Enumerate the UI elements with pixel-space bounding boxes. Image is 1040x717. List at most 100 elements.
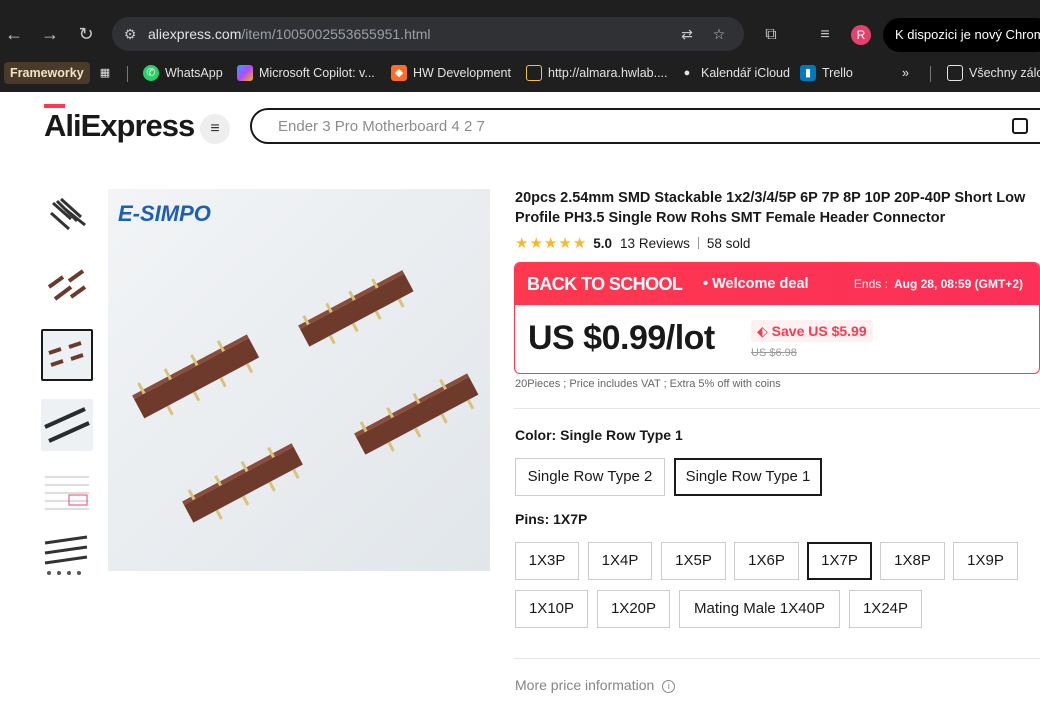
logo-letter-a: A [44, 104, 66, 143]
pin-option-1x10p[interactable]: 1X10P [515, 590, 588, 628]
thumbnail-image [45, 476, 89, 510]
pin-option-1x24p[interactable]: 1X24P [849, 590, 922, 628]
bookmark-hw-development[interactable]: ◆ HW Development [391, 60, 511, 86]
info-icon: i [662, 679, 676, 693]
extensions-icon[interactable]: ⧉ [760, 24, 782, 46]
star-icon: ★ [529, 235, 543, 252]
thumbnail-image [43, 331, 91, 379]
thumbnail-4[interactable] [41, 399, 93, 451]
bookmark-label: Microsoft Copilot: v... [259, 66, 375, 80]
pin-option-1x8p[interactable]: 1X8P [880, 542, 945, 580]
bookmark-separator [930, 66, 931, 82]
thumbnail-2[interactable] [41, 259, 93, 311]
more-price-info[interactable]: More price information i [515, 677, 676, 693]
star-icon: ★ [558, 235, 572, 252]
back-icon[interactable]: ← [2, 22, 26, 46]
deal-box: BACK TO SCHOOL • Welcome deal Ends : Aug … [514, 262, 1040, 374]
rating-value: 5.0 [593, 235, 613, 251]
pins-label: Pins: 1X7P [515, 511, 588, 527]
reviews-link[interactable]: 13 Reviews [620, 236, 690, 251]
deal-ends-value: Aug 28, 08:59 (GMT+2) [893, 277, 1023, 291]
more-price-label: More price information [515, 677, 655, 693]
bookmark-label: http://almara.hwlab.... [548, 66, 668, 80]
bookmark-icloud-calendar[interactable]: ● Kalendář iCloud [679, 60, 790, 86]
thumbnail-3[interactable] [41, 329, 93, 381]
thumbnail-image [50, 197, 86, 231]
url-path: /item/1005002553655951.html [241, 26, 431, 42]
copilot-icon [237, 65, 253, 81]
pin-option-1x6p[interactable]: 1X6P [734, 542, 799, 580]
site-info-icon[interactable]: ⚙ [121, 25, 139, 43]
profile-avatar[interactable]: R [851, 25, 871, 45]
folder-icon [947, 65, 963, 81]
bookmark-trello[interactable]: ▮ Trello [800, 60, 853, 86]
url-domain: aliexpress.com [148, 26, 242, 42]
brand-watermark: E-SIMPO [118, 201, 211, 226]
bookmark-copilot[interactable]: Microsoft Copilot: v... [237, 60, 375, 86]
bookmark-star-icon[interactable]: ☆ [710, 25, 728, 43]
bookmark-label: Frameworky [10, 66, 84, 80]
bookmark-separator [127, 66, 128, 82]
trello-icon: ▮ [800, 65, 816, 81]
bookmark-label: Trello [822, 66, 853, 80]
more-bookmarks-icon[interactable]: » [902, 60, 909, 86]
thumbnail-image [41, 399, 93, 451]
tag-icon: ⬖ [757, 323, 772, 339]
bookmark-all[interactable]: Všechny zálo [947, 60, 1040, 86]
media-control-icon[interactable]: ≡ [814, 24, 836, 46]
thumbnail-6[interactable] [41, 529, 93, 581]
search-input[interactable] [276, 110, 976, 142]
pin-option-1x7p[interactable]: 1X7P [807, 542, 872, 580]
deal-ends: Ends : Aug 28, 08:59 (GMT+2) [854, 277, 1023, 291]
color-option-single-row-type-2[interactable]: Single Row Type 2 [515, 458, 665, 496]
main-product-image[interactable]: E-SIMPO [108, 189, 490, 571]
pin-option-1x9p[interactable]: 1X9P [953, 542, 1018, 580]
apps-grid-icon[interactable]: ▦ [97, 60, 119, 86]
bookmark-whatsapp[interactable]: ✆ WhatsApp [143, 60, 223, 86]
translate-icon[interactable]: ⇄ [678, 25, 696, 43]
address-bar[interactable]: ⚙ aliexpress.com/item/1005002553655951.h… [112, 17, 744, 51]
product-title: 20pcs 2.54mm SMD Stackable 1x2/3/4/5P 6P… [515, 190, 1026, 226]
gitlab-icon: ◆ [391, 65, 407, 81]
pin-option-1x4p[interactable]: 1X4P [588, 542, 652, 580]
thumbnail-5[interactable] [41, 469, 93, 521]
rating-separator [697, 237, 699, 249]
logo-rest: liExpress [65, 108, 195, 143]
chrome-update-button[interactable]: K dispozici je nový Chrome [883, 18, 1040, 52]
star-icon: ★ [515, 235, 529, 252]
pin-option-1x20p[interactable]: 1X20P [597, 590, 670, 628]
pin-option-1x5p[interactable]: 1X5P [661, 542, 726, 580]
menu-icon[interactable]: ≡ [200, 114, 230, 144]
price-note: 20Pieces ; Price includes VAT ; Extra 5%… [515, 378, 781, 390]
grid-icon: ▦ [99, 67, 111, 79]
sold-count: 58 sold [706, 235, 751, 251]
thumbnail-1[interactable] [41, 189, 93, 241]
deal-name: BACK TO SCHOOL [527, 274, 683, 294]
rating-row: ★ ★ ★ ★ ★ 5.0 13 Reviews 58 sold [515, 234, 750, 252]
current-price: US $0.99/lot [528, 319, 715, 357]
color-option-single-row-type-1[interactable]: Single Row Type 1 [674, 458, 822, 496]
aliexpress-logo[interactable]: AliExpress [44, 104, 195, 144]
deal-banner: BACK TO SCHOOL • Welcome deal Ends : Aug … [515, 263, 1039, 305]
reload-icon[interactable]: ↻ [74, 22, 98, 46]
save-badge: ⬖ Save US $5.99 [751, 320, 873, 342]
divider [514, 408, 1040, 409]
old-price: US $6.98 [751, 347, 797, 359]
pin-option-1x3p[interactable]: 1X3P [515, 542, 579, 580]
search-bar [250, 108, 1040, 144]
bookmark-label: HW Development [413, 66, 511, 80]
url-text[interactable]: aliexpress.com/item/1005002553655951.htm… [148, 17, 431, 51]
camera-search-icon[interactable] [1012, 118, 1028, 134]
bookmark-frameworky[interactable]: Frameworky [4, 62, 90, 84]
forward-icon[interactable]: → [38, 22, 62, 46]
thumbnail-image [47, 269, 87, 301]
star-icon: ★ [572, 235, 587, 252]
browser-toolbar: ← → ↻ ⚙ aliexpress.com/item/100500255365… [0, 0, 1040, 60]
star-icon: ★ [543, 235, 558, 252]
color-label: Color: Single Row Type 1 [515, 427, 683, 443]
pin-option-mating-male-1x40p[interactable]: Mating Male 1X40P [679, 590, 840, 628]
whatsapp-icon: ✆ [143, 65, 159, 81]
deal-subtitle: • Welcome deal [703, 276, 809, 292]
save-text: Save US $5.99 [771, 323, 867, 339]
bookmark-almara[interactable]: http://almara.hwlab.... [526, 60, 668, 86]
